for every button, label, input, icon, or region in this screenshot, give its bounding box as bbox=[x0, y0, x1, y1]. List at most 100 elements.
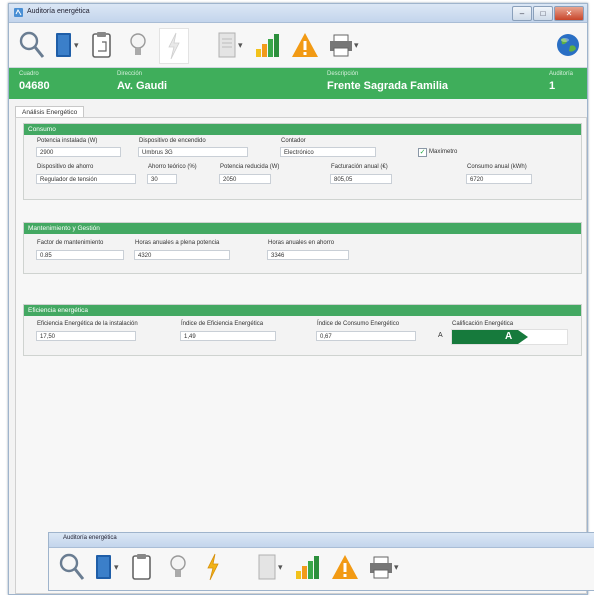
warning-icon bbox=[292, 33, 318, 57]
app-icon bbox=[14, 8, 23, 17]
close-button[interactable]: ✕ bbox=[554, 6, 584, 21]
document-icon bbox=[218, 32, 236, 58]
mantenimiento-section: Mantenimiento y Gestión Factor de manten… bbox=[23, 222, 582, 274]
second-document-button[interactable]: ▾ bbox=[257, 552, 283, 582]
printer-icon bbox=[330, 34, 352, 57]
chart-button[interactable] bbox=[254, 30, 280, 60]
main-window: Auditoría energética – □ ✕ ▾ ▾ ▾ Cuadro … bbox=[8, 3, 588, 595]
maximetro-checkbox[interactable]: ✓ bbox=[418, 148, 427, 157]
dispositivo-encendido-field[interactable]: Umbrus 3G bbox=[138, 147, 248, 157]
globe-icon bbox=[557, 34, 579, 56]
potencia-instalada-field[interactable]: 2900 bbox=[36, 147, 121, 157]
chevron-down-icon: ▾ bbox=[114, 561, 119, 572]
document-icon bbox=[258, 554, 276, 580]
indice-consumo-label: Índice de Consumo Energético bbox=[317, 321, 400, 327]
minimize-button[interactable]: – bbox=[512, 6, 532, 21]
cuadro-label: Cuadro bbox=[19, 71, 39, 77]
toolbar: ▾ ▾ ▾ bbox=[9, 23, 587, 68]
mantenimiento-header: Mantenimiento y Gestión bbox=[24, 223, 581, 234]
printer-icon bbox=[370, 556, 392, 579]
potencia-instalada-label: Potencia instalada (W) bbox=[37, 138, 98, 144]
tab-panel: Consumo Potencia instalada (W) 2900 Disp… bbox=[15, 117, 587, 594]
second-chart-button[interactable] bbox=[294, 552, 320, 582]
warning-button[interactable] bbox=[291, 30, 319, 60]
dispositivo-ahorro-label: Dispositivo de ahorro bbox=[37, 164, 94, 170]
content-area: Análisis Energético Consumo Potencia ins… bbox=[9, 100, 587, 594]
descripcion-label: Descripción bbox=[327, 71, 359, 77]
lightbulb-icon bbox=[130, 33, 146, 55]
eficiencia-instalacion-label: Eficiencia Energética de la instalación bbox=[37, 321, 138, 327]
second-toolbar: ▾ ▾ ▾ bbox=[49, 548, 594, 590]
print-button[interactable]: ▾ bbox=[329, 30, 359, 60]
book-icon bbox=[96, 555, 111, 579]
warning-icon bbox=[332, 555, 358, 579]
search-icon bbox=[59, 553, 85, 580]
second-clipboard-button[interactable] bbox=[131, 552, 153, 582]
horas-plena-field[interactable]: 4320 bbox=[134, 250, 230, 260]
globe-button[interactable] bbox=[555, 30, 581, 60]
info-bar: Cuadro 04680 Dirección Av. Gaudi Descrip… bbox=[9, 68, 587, 99]
dispositivo-encendido-label: Dispositivo de encendido bbox=[139, 138, 206, 144]
second-lightbulb-button[interactable] bbox=[169, 552, 187, 582]
ahorro-teorico-field[interactable]: 30 bbox=[147, 174, 177, 184]
second-book-button[interactable]: ▾ bbox=[95, 552, 119, 582]
lightbulb-icon bbox=[170, 555, 186, 577]
document-button[interactable]: ▾ bbox=[217, 30, 243, 60]
chart-icon bbox=[296, 556, 319, 579]
book-button[interactable]: ▾ bbox=[55, 30, 79, 60]
window-title: Auditoría energética bbox=[27, 8, 90, 15]
dispositivo-ahorro-field[interactable]: Regulador de tensión bbox=[36, 174, 136, 184]
eficiencia-section: Eficiencia energética Eficiencia Energét… bbox=[23, 304, 582, 356]
second-title-bar: Auditoría energética bbox=[49, 533, 594, 548]
chevron-down-icon: ▾ bbox=[278, 561, 283, 572]
direccion-value: Av. Gaudi bbox=[117, 80, 168, 92]
lightning-button[interactable] bbox=[159, 28, 189, 64]
calificacion-value: A bbox=[505, 331, 513, 342]
contador-label: Contador bbox=[281, 138, 306, 144]
horas-ahorro-field[interactable]: 3346 bbox=[267, 250, 349, 260]
maximize-button[interactable]: □ bbox=[533, 6, 553, 21]
auditoria-label: Auditoría bbox=[549, 71, 574, 77]
eficiencia-header: Eficiencia energética bbox=[24, 305, 581, 316]
indice-consumo-field[interactable]: 0,67 bbox=[316, 331, 416, 341]
eficiencia-instalacion-field[interactable]: 17,50 bbox=[36, 331, 136, 341]
facturacion-field[interactable]: 805,05 bbox=[330, 174, 392, 184]
direccion-label: Dirección bbox=[117, 71, 143, 77]
chevron-down-icon: ▾ bbox=[238, 39, 243, 50]
second-search-button[interactable] bbox=[59, 552, 85, 582]
clipboard-button[interactable] bbox=[91, 30, 113, 60]
indice-eficiencia-field[interactable]: 1,49 bbox=[180, 331, 276, 341]
horas-ahorro-label: Horas anuales en ahorro bbox=[268, 240, 335, 246]
book-icon bbox=[56, 33, 71, 57]
consumo-anual-field[interactable]: 6720 bbox=[466, 174, 532, 184]
second-window: Auditoría energética ▾ ▾ ▾ bbox=[48, 532, 594, 591]
chevron-down-icon: ▾ bbox=[354, 39, 359, 50]
second-print-button[interactable]: ▾ bbox=[369, 552, 399, 582]
lightbulb-button[interactable] bbox=[129, 30, 147, 60]
chevron-down-icon: ▾ bbox=[394, 561, 399, 572]
second-lightning-button[interactable] bbox=[205, 552, 221, 582]
consumo-section: Consumo Potencia instalada (W) 2900 Disp… bbox=[23, 123, 582, 200]
second-warning-button[interactable] bbox=[331, 552, 359, 582]
second-window-title: Auditoría energética bbox=[63, 535, 117, 541]
clipboard-icon bbox=[92, 32, 111, 58]
indice-consumo-letter: A bbox=[438, 332, 443, 339]
maximetro-label: Maxímetro bbox=[429, 149, 458, 155]
indice-eficiencia-label: Índice de Eficiencia Energética bbox=[181, 321, 264, 327]
auditoria-value: 1 bbox=[549, 80, 556, 92]
cuadro-value: 04680 bbox=[19, 80, 50, 92]
descripcion-value: Frente Sagrada Familia bbox=[327, 80, 449, 92]
contador-field[interactable]: Electrónico bbox=[280, 147, 376, 157]
potencia-reducida-field[interactable]: 2050 bbox=[219, 174, 271, 184]
clipboard-icon bbox=[132, 554, 151, 580]
calificacion-label: Calificación Energética bbox=[452, 321, 514, 327]
horas-plena-label: Horas anuales a plena potencia bbox=[135, 240, 220, 246]
consumo-anual-label: Consumo anual (kWh) bbox=[467, 164, 527, 170]
lightning-icon bbox=[168, 32, 180, 60]
facturacion-label: Facturación anual (€) bbox=[331, 164, 388, 170]
search-button[interactable] bbox=[19, 30, 45, 60]
calificacion-bar: A bbox=[451, 329, 568, 345]
factor-mantenimiento-label: Factor de mantenimiento bbox=[37, 240, 104, 246]
factor-mantenimiento-field[interactable]: 0.85 bbox=[36, 250, 124, 260]
ahorro-teorico-label: Ahorro teórico (%) bbox=[148, 164, 197, 170]
